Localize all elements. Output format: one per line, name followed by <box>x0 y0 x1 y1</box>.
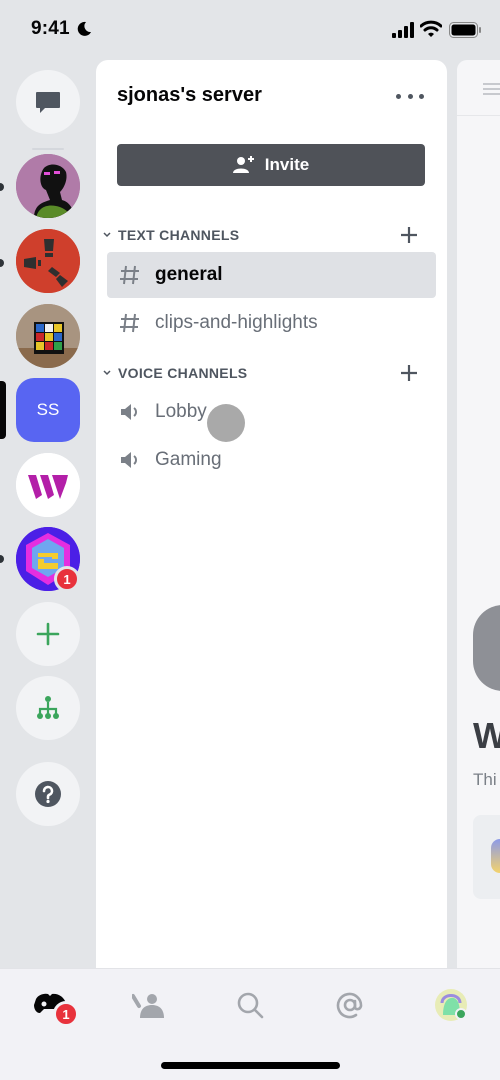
home-indicator[interactable] <box>161 1062 340 1069</box>
speaker-icon <box>121 404 137 420</box>
channel-gaming[interactable]: Gaming <box>107 437 436 483</box>
chat-header <box>457 60 500 116</box>
cellular-signal-icon <box>392 22 414 38</box>
selected-server-indicator <box>0 381 6 439</box>
unread-indicator <box>0 183 4 191</box>
battery-icon <box>449 22 481 38</box>
add-channel-icon[interactable] <box>400 226 418 244</box>
category-text-channels[interactable]: TEXT CHANNELS <box>102 224 432 246</box>
chat-bubble-icon <box>36 92 60 113</box>
server-enderman[interactable] <box>16 154 80 218</box>
touch-indicator <box>207 404 245 442</box>
tab-profile[interactable] <box>431 987 471 1023</box>
at-sign-icon <box>336 992 363 1019</box>
channel-general[interactable]: general <box>107 252 436 298</box>
plus-icon <box>36 622 60 646</box>
rail-separator <box>32 148 64 150</box>
server-name[interactable]: sjonas's server <box>117 84 262 107</box>
server-rubiks-cube-icon <box>16 304 80 368</box>
dot <box>419 93 424 99</box>
hamburger-icon[interactable] <box>483 82 500 96</box>
server-mention-badge: 1 <box>54 566 80 592</box>
hashtag-icon <box>120 313 139 333</box>
server-enderman-icon <box>16 154 80 218</box>
question-icon <box>35 781 61 807</box>
chat-panel-peek[interactable]: W Thi <box>457 60 500 968</box>
channel-name: general <box>155 264 223 285</box>
welcome-title: W <box>473 715 500 756</box>
tab-search[interactable] <box>230 987 270 1023</box>
server-rail: SS 1 <box>0 60 96 968</box>
dot <box>407 93 413 99</box>
channel-name: Gaming <box>155 449 222 470</box>
user-avatar-icon <box>435 989 467 1021</box>
explore-servers-button[interactable] <box>16 676 80 740</box>
welcome-card[interactable] <box>473 815 500 899</box>
welcome-icon <box>473 605 500 691</box>
server-sjonas[interactable]: SS <box>16 378 80 442</box>
help-button[interactable] <box>16 762 80 826</box>
status-bar: 9:41 <box>0 0 500 60</box>
more-options-button[interactable] <box>396 86 424 106</box>
tab-mentions[interactable] <box>330 987 370 1023</box>
wifi-icon <box>420 20 442 37</box>
welcome-subtitle: Thi <box>473 770 497 789</box>
tab-friends[interactable] <box>128 987 168 1023</box>
server-rubiks-cube[interactable] <box>16 304 80 368</box>
channel-lobby[interactable]: Lobby <box>107 389 436 435</box>
card-icon <box>491 839 500 873</box>
add-channel-icon[interactable] <box>400 364 418 382</box>
category-label: TEXT CHANNELS <box>118 227 240 243</box>
channel-panel: sjonas's server Invite TEXT CHANNELS gen… <box>96 60 447 968</box>
direct-messages-button[interactable] <box>16 70 80 134</box>
category-voice-channels[interactable]: VOICE CHANNELS <box>102 362 432 384</box>
invite-label: Invite <box>264 155 310 174</box>
speaker-icon <box>121 452 137 468</box>
invite-button[interactable]: Invite <box>117 144 425 186</box>
add-server-button[interactable] <box>16 602 80 666</box>
server-w-logo-icon <box>16 453 80 517</box>
status-time: 9:41 <box>31 18 70 39</box>
add-user-icon <box>232 156 254 173</box>
chevron-down-icon <box>103 232 111 238</box>
server-rust-icon <box>16 229 80 293</box>
more-horizontal-icon <box>396 93 401 99</box>
moon-icon <box>77 21 91 36</box>
channel-name: clips-and-highlights <box>155 312 318 333</box>
friends-icon <box>132 994 164 1018</box>
server-w-logo[interactable] <box>16 453 80 517</box>
unread-indicator <box>0 259 4 267</box>
hierarchy-icon <box>37 696 59 719</box>
chevron-down-icon <box>103 370 111 376</box>
hashtag-icon <box>120 265 139 285</box>
search-icon <box>237 992 264 1019</box>
unread-indicator <box>0 555 4 563</box>
category-label: VOICE CHANNELS <box>118 365 248 381</box>
channel-clips-and-highlights[interactable]: clips-and-highlights <box>107 300 436 346</box>
home-badge: 1 <box>53 1001 79 1027</box>
server-rust[interactable] <box>16 229 80 293</box>
channel-name: Lobby <box>155 401 207 422</box>
